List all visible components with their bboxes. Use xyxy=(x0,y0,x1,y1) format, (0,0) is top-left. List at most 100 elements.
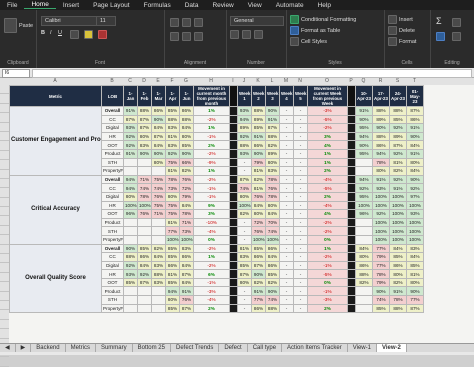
month-value-cell[interactable]: 90% xyxy=(137,148,152,159)
weekly-trend-cell[interactable]: 100% xyxy=(389,200,407,211)
month-value-cell[interactable]: 85% xyxy=(165,252,180,262)
weekly-trend-cell[interactable]: 93% xyxy=(406,209,424,219)
month-value-cell[interactable]: 100% xyxy=(123,200,138,211)
lob-cell[interactable]: Digital xyxy=(101,191,124,202)
worksheet[interactable]: Metric LOB 1-Jan 1-Feb 1-Mar 1-Apr 1-Jun Moveme… xyxy=(9,85,474,343)
weekly-trend-cell[interactable]: 83% xyxy=(406,243,424,254)
month-movement-cell[interactable]: -1% xyxy=(193,183,230,193)
month-value-cell[interactable]: 80% xyxy=(137,131,152,142)
tab-page-layout[interactable]: Page Layout xyxy=(86,2,137,9)
lob-cell[interactable]: PropertyF xyxy=(101,303,124,314)
row-header[interactable] xyxy=(0,207,9,217)
week-value-cell[interactable]: - xyxy=(293,303,308,314)
weekly-trend-cell[interactable]: 88% xyxy=(372,106,390,116)
month-value-cell[interactable]: 87% xyxy=(137,277,152,288)
month-value-cell[interactable] xyxy=(151,234,166,245)
weekly-trend-cell[interactable]: 90% xyxy=(372,123,390,133)
week-value-cell[interactable]: - xyxy=(279,243,294,254)
month-value-cell[interactable]: 90% xyxy=(179,148,194,159)
week-value-cell[interactable]: 85% xyxy=(251,123,266,133)
lob-cell[interactable]: CC xyxy=(101,252,124,262)
week-movement-cell[interactable]: 1% xyxy=(307,157,348,168)
month-value-cell[interactable]: 76% xyxy=(151,191,166,202)
week-value-cell[interactable]: 76% xyxy=(265,183,280,193)
month-value-cell[interactable]: 94% xyxy=(165,286,180,297)
column-header[interactable]: T xyxy=(406,78,423,85)
weekly-trend-cell[interactable]: 84% xyxy=(406,252,424,262)
weekly-trend-cell[interactable]: 82% xyxy=(389,277,407,288)
week-value-cell[interactable]: - xyxy=(279,209,294,219)
week-value-cell[interactable]: - xyxy=(293,269,308,279)
month-value-cell[interactable]: 85% xyxy=(137,243,152,254)
weekly-trend-cell[interactable]: 100% xyxy=(406,217,424,228)
column-header[interactable]: C xyxy=(123,78,137,85)
month-value-cell[interactable]: 66% xyxy=(179,157,194,168)
lob-cell[interactable]: HR xyxy=(101,269,124,279)
month-value-cell[interactable]: 86% xyxy=(151,106,166,116)
month-value-cell[interactable]: 85% xyxy=(165,243,180,254)
month-value-cell[interactable]: 71% xyxy=(151,209,166,219)
week-value-cell[interactable]: - xyxy=(293,277,308,288)
month-value-cell[interactable]: 75% xyxy=(151,174,166,185)
weekly-trend-cell[interactable]: 100% xyxy=(389,226,407,236)
week-value-cell[interactable]: - xyxy=(279,217,294,228)
weekly-trend-cell[interactable]: 87% xyxy=(406,303,424,314)
month-value-cell[interactable]: 80% xyxy=(165,191,180,202)
weekly-trend-cell[interactable]: 100% xyxy=(372,200,390,211)
month-value-cell[interactable]: 78% xyxy=(165,174,180,185)
lob-cell[interactable]: Digital xyxy=(101,123,124,133)
weekly-trend-cell[interactable]: 88% xyxy=(372,131,390,142)
lob-cell[interactable]: CC xyxy=(101,183,124,193)
weekly-trend-cell[interactable]: 84% xyxy=(406,140,424,150)
month-value-cell[interactable]: 91% xyxy=(123,148,138,159)
weekly-trend-cell[interactable]: 100% xyxy=(406,234,424,245)
name-box[interactable]: I6 xyxy=(2,69,30,78)
week-value-cell[interactable]: - xyxy=(293,114,308,125)
lob-cell[interactable]: STH xyxy=(101,226,124,236)
week-value-cell[interactable]: - xyxy=(279,140,294,150)
weekly-trend-cell[interactable]: 88% xyxy=(389,106,407,116)
column-header[interactable]: A xyxy=(9,78,101,85)
month-value-cell[interactable]: 94% xyxy=(123,183,138,193)
weekly-trend-cell[interactable]: 100% xyxy=(389,191,407,202)
month-value-cell[interactable] xyxy=(151,295,166,305)
tab-review[interactable]: Review xyxy=(205,2,240,9)
weekly-trend-cell[interactable]: 84% xyxy=(355,243,373,254)
weekly-trend-cell[interactable]: 95% xyxy=(355,191,373,202)
row-header[interactable] xyxy=(0,245,9,255)
bold-button[interactable]: B xyxy=(41,30,45,36)
column-header[interactable]: B xyxy=(101,78,123,85)
column-header[interactable]: L xyxy=(265,78,279,85)
week-movement-cell[interactable]: 3% xyxy=(307,131,348,142)
paste-button[interactable]: Paste xyxy=(4,18,33,33)
week-value-cell[interactable]: 82% xyxy=(265,277,280,288)
week-value-cell[interactable]: - xyxy=(279,295,294,305)
week-value-cell[interactable]: - xyxy=(279,106,294,116)
week-value-cell[interactable]: 94% xyxy=(237,114,252,125)
weekly-trend-cell[interactable] xyxy=(355,157,373,168)
month-value-cell[interactable] xyxy=(123,303,138,314)
week-movement-cell[interactable]: -2% xyxy=(307,252,348,262)
column-header[interactable]: R xyxy=(372,78,389,85)
tab-data[interactable]: Data xyxy=(178,2,206,9)
weekly-trend-cell[interactable]: 87% xyxy=(406,106,424,116)
week-value-cell[interactable]: 100% xyxy=(265,234,280,245)
fill-color-button[interactable] xyxy=(84,30,93,39)
month-value-cell[interactable] xyxy=(137,303,152,314)
lob-cell[interactable]: OOT xyxy=(101,140,124,150)
week-value-cell[interactable]: - xyxy=(237,166,252,176)
month-movement-cell[interactable]: -2% xyxy=(193,243,230,254)
tab-view[interactable]: View xyxy=(241,2,269,9)
month-value-cell[interactable] xyxy=(151,166,166,176)
lob-cell[interactable]: Product xyxy=(101,217,124,228)
month-value-cell[interactable]: 87% xyxy=(151,131,166,142)
week-value-cell[interactable]: - xyxy=(293,260,308,271)
week-value-cell[interactable]: - xyxy=(279,252,294,262)
font-name-dropdown[interactable]: Calibri xyxy=(41,16,99,26)
month-value-cell[interactable]: 87% xyxy=(179,303,194,314)
row-header[interactable] xyxy=(0,226,9,236)
month-value-cell[interactable]: 84% xyxy=(137,260,152,271)
month-value-cell[interactable]: 81% xyxy=(165,217,180,228)
weekly-trend-cell[interactable]: 92% xyxy=(389,148,407,159)
weekly-trend-cell[interactable] xyxy=(355,303,373,314)
